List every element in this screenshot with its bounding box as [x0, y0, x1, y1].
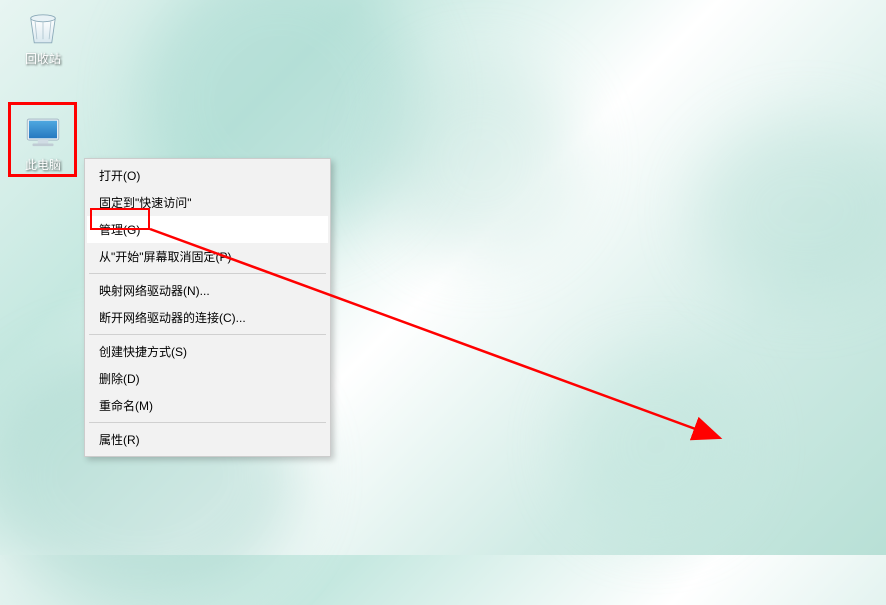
- desktop-icon-label: 此电脑: [8, 156, 78, 173]
- recycle-bin-icon: [22, 6, 64, 48]
- desktop-bg-element: [380, 60, 580, 260]
- menu-item-delete[interactable]: 删除(D): [87, 365, 328, 392]
- menu-item-create-shortcut[interactable]: 创建快捷方式(S): [87, 338, 328, 365]
- desktop-bg-element: [696, 120, 886, 300]
- menu-item-rename[interactable]: 重命名(M): [87, 392, 328, 419]
- menu-item-pin-quick-access[interactable]: 固定到"快速访问": [87, 189, 328, 216]
- desktop-icon-recycle-bin[interactable]: 回收站: [8, 6, 78, 67]
- desktop-bg-element: [566, 355, 746, 535]
- computer-icon: [22, 112, 64, 154]
- menu-item-disconnect-network-drive[interactable]: 断开网络驱动器的连接(C)...: [87, 304, 328, 331]
- desktop-icon-label: 回收站: [8, 50, 78, 67]
- menu-separator: [89, 273, 326, 274]
- desktop-icon-this-pc[interactable]: 此电脑: [8, 112, 78, 173]
- menu-item-unpin-start[interactable]: 从"开始"屏幕取消固定(P): [87, 243, 328, 270]
- menu-item-map-network-drive[interactable]: 映射网络驱动器(N)...: [87, 277, 328, 304]
- menu-item-manage[interactable]: 管理(G): [87, 216, 328, 243]
- context-menu: 打开(O) 固定到"快速访问" 管理(G) 从"开始"屏幕取消固定(P) 映射网…: [84, 158, 331, 457]
- menu-separator: [89, 422, 326, 423]
- menu-item-properties[interactable]: 属性(R): [87, 426, 328, 453]
- menu-item-open[interactable]: 打开(O): [87, 162, 328, 189]
- menu-separator: [89, 334, 326, 335]
